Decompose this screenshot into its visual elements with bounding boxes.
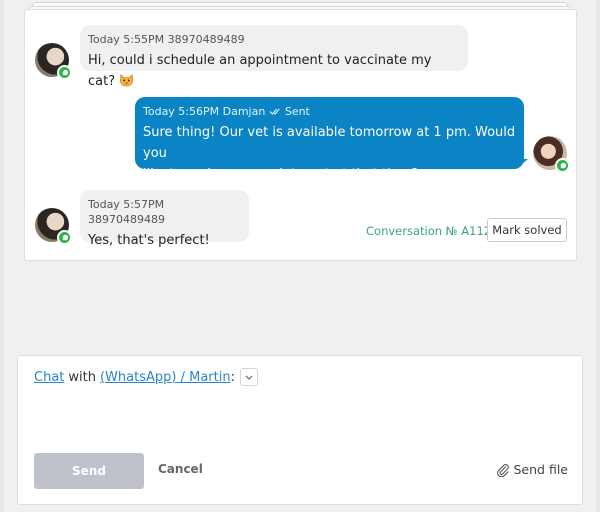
- composer-header: Chat with (WhatsApp) / Martin :: [34, 368, 258, 386]
- contact-link[interactable]: (WhatsApp) / Martin: [100, 370, 231, 385]
- colon-text: :: [230, 369, 235, 385]
- bubble-tail: [516, 159, 528, 169]
- channel-select[interactable]: [239, 368, 258, 386]
- customer-avatar: [35, 43, 72, 80]
- message-meta: Today 5:57PM 38970489489: [88, 198, 165, 226]
- reply-composer: Chat with (WhatsApp) / Martin : Send Can…: [17, 355, 583, 505]
- incoming-message: Today 5:57PM 38970489489 Yes, that's per…: [80, 190, 249, 248]
- send-file-button[interactable]: Send file: [496, 462, 569, 477]
- incoming-message: Today 5:55PM 38970489489 Hi, could i sch…: [80, 25, 468, 89]
- chat-page: Today 5:55PM 38970489489 Hi, could i sch…: [0, 0, 600, 512]
- conversation-id: Conversation № A112: [366, 224, 492, 238]
- send-file-label: Send file: [513, 462, 569, 477]
- message-text-line: like to make an appointment at that time…: [143, 167, 419, 182]
- whatsapp-icon: [57, 65, 72, 80]
- cat-face-icon: [120, 73, 134, 87]
- double-check-icon: [269, 108, 281, 115]
- outgoing-message: Today 5:56PM Damjan Sent Sure thing! Our…: [135, 97, 524, 182]
- paperclip-icon: [496, 463, 509, 477]
- message-text-line: Sure thing! Our vet is available tomorro…: [143, 125, 516, 161]
- whatsapp-icon: [57, 230, 72, 245]
- chevron-down-icon: [245, 375, 253, 380]
- message-status: Sent: [284, 105, 310, 118]
- message-meta: Today 5:55PM 38970489489: [88, 33, 245, 46]
- chat-link[interactable]: Chat: [34, 370, 64, 385]
- message-meta: Today 5:56PM Damjan: [143, 105, 266, 118]
- message-text: Hi, could i schedule an appointment to v…: [88, 53, 432, 89]
- send-button[interactable]: Send: [34, 453, 144, 489]
- agent-avatar: [533, 136, 570, 173]
- message-text: Yes, that's perfect!: [88, 233, 210, 248]
- with-text: with: [68, 369, 96, 385]
- right-edge: [596, 0, 600, 512]
- left-edge: [0, 0, 4, 512]
- cancel-button[interactable]: Cancel: [158, 462, 203, 476]
- mark-solved-button[interactable]: Mark solved: [487, 218, 567, 242]
- customer-avatar: [35, 208, 72, 245]
- whatsapp-icon: [555, 158, 570, 173]
